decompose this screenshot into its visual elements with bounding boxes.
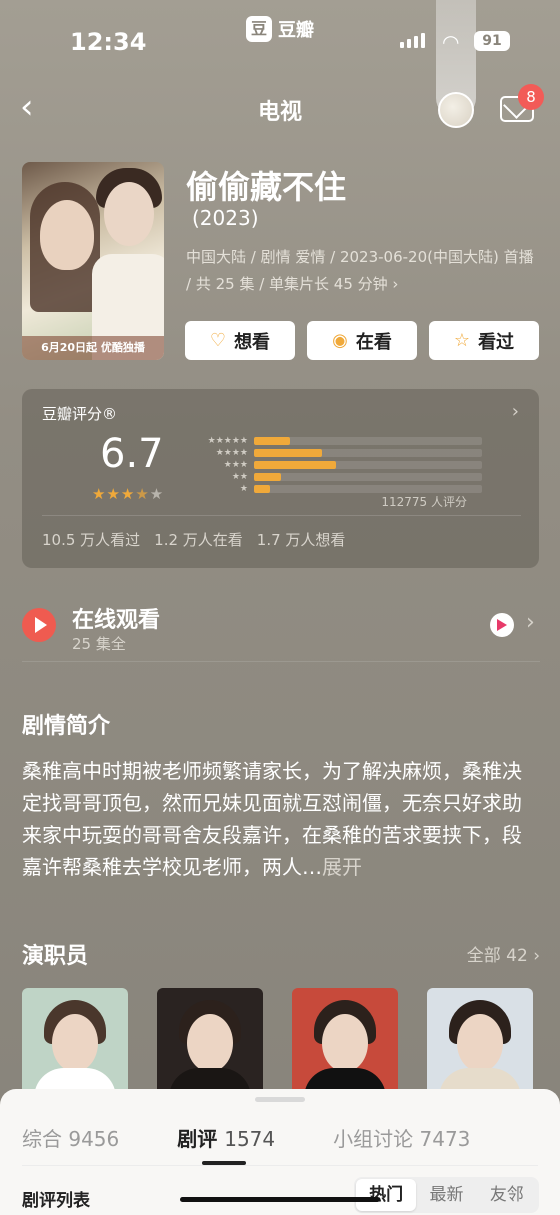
cast-title: 演职员 <box>22 944 89 969</box>
sort-segmented-control: 热门 最新 友邻 <box>354 1177 539 1213</box>
divider <box>22 661 540 662</box>
stat-want: 1.7 万人想看 <box>256 531 346 549</box>
watch-title: 在线观看 <box>72 608 161 633</box>
home-indicator[interactable] <box>180 1197 380 1202</box>
sort-friends[interactable]: 友邻 <box>477 1179 537 1211</box>
wifi-icon: ◠ <box>442 30 460 54</box>
dist-stars: ★★★★★ <box>207 435 248 446</box>
poster-image[interactable]: 6月20日起 优酷独播 <box>22 162 164 360</box>
star-empty: ★ <box>149 485 165 503</box>
tab-reviews[interactable]: 剧评 1574 <box>177 1123 276 1165</box>
want-to-watch-button[interactable]: ♡ 想看 <box>185 321 295 360</box>
synopsis-body: 桑稚高中时期被老师频繁请家长，为了解决麻烦，桑稚决定找哥哥顶包，然而兄妹见面就互… <box>22 759 522 879</box>
sheet-grab-handle[interactable] <box>255 1097 305 1102</box>
online-watch-row[interactable]: 在线观看 25 集全 › <box>22 600 540 660</box>
page-title: 电视 <box>257 100 302 125</box>
poster-caption: 6月20日起 优酷独播 <box>22 336 164 360</box>
watching-label: 在看 <box>355 331 392 353</box>
stars-filled: ★★★ <box>92 485 136 503</box>
cast-photo[interactable] <box>22 988 128 1098</box>
action-buttons: ♡ 想看 ◉ 在看 ☆ 看过 <box>185 321 539 360</box>
tab-overall[interactable]: 综合 9456 <box>22 1123 119 1152</box>
dist-bar <box>254 436 291 445</box>
want-to-watch-label: 想看 <box>234 331 271 353</box>
heart-plus-icon: ♡ <box>209 330 227 351</box>
tab-label: 综合 <box>22 1127 62 1151</box>
watching-button[interactable]: ◉ 在看 <box>307 321 417 360</box>
tab-count: 9456 <box>68 1127 120 1151</box>
review-tabs: 综合 9456 剧评 1574 小组讨论 7473 <box>22 1123 470 1165</box>
target-icon: ◉ <box>332 330 348 351</box>
divider <box>42 515 521 516</box>
sort-latest[interactable]: 最新 <box>416 1179 476 1211</box>
rating-card[interactable]: 豆瓣评分® › 6.7 ★★★★★ ★★★★★ ★★★★ ★★★ ★★ ★ 11… <box>22 389 539 568</box>
cast-list <box>22 988 533 1098</box>
rating-stars: ★★★★★ <box>92 485 164 503</box>
stat-watched: 10.5 万人看过 <box>42 531 141 549</box>
watched-label: 看过 <box>478 331 515 353</box>
show-year: (2023) <box>192 206 259 230</box>
rating-count: 112775 人评分 <box>381 495 467 509</box>
star-outline-icon: ☆ <box>453 330 471 351</box>
sort-hot[interactable]: 热门 <box>356 1179 417 1211</box>
dist-stars: ★★★ <box>223 459 248 470</box>
signal-icon <box>400 33 425 48</box>
dist-bar <box>254 448 323 457</box>
dist-row-5: ★★★★★ <box>182 435 482 447</box>
review-list-label: 剧评列表 <box>22 1191 90 1211</box>
play-icon <box>22 608 56 642</box>
tab-label: 小组讨论 <box>333 1127 414 1151</box>
dist-stars: ★★★★ <box>215 447 248 458</box>
dist-row-4: ★★★★ <box>182 447 482 459</box>
dist-bar <box>254 472 282 481</box>
avatar[interactable] <box>438 92 474 128</box>
cast-photo[interactable] <box>292 988 398 1098</box>
dist-row-3: ★★★ <box>182 459 482 471</box>
show-title: 偷偷藏不住 <box>186 168 347 206</box>
stat-watching: 1.2 万人在看 <box>154 531 243 549</box>
chevron-right-icon: › <box>526 610 535 635</box>
clock: 12:34 <box>70 28 147 56</box>
status-bar: 12:34 豆 豆瓣 ◠ 91 <box>0 0 560 118</box>
tab-group-discussion[interactable]: 小组讨论 7473 <box>333 1123 470 1152</box>
cast-all-link[interactable]: 全部 42 › <box>467 941 540 966</box>
cast-photo[interactable] <box>427 988 533 1098</box>
tab-count: 7473 <box>419 1127 471 1151</box>
star-half: ★ <box>135 485 150 503</box>
battery-icon: 91 <box>474 31 510 51</box>
douban-logo-icon: 豆 <box>246 16 272 42</box>
rating-label: 豆瓣评分® <box>42 405 118 423</box>
synopsis-title: 剧情简介 <box>22 714 111 739</box>
tab-label: 剧评 <box>177 1127 218 1151</box>
cast-photo[interactable] <box>157 988 263 1098</box>
notification-badge: 8 <box>518 84 544 110</box>
rating-distribution: ★★★★★ ★★★★ ★★★ ★★ ★ <box>182 435 482 495</box>
dist-bar <box>254 460 337 469</box>
dist-row-2: ★★ <box>182 471 482 483</box>
divider <box>22 1165 538 1166</box>
youku-logo-icon <box>490 613 514 637</box>
synopsis-text: 桑稚高中时期被老师频繁请家长，为了解决麻烦，桑稚决定找哥哥顶包，然而兄妹见面就互… <box>22 755 536 883</box>
dist-bar <box>254 484 270 493</box>
dist-stars: ★★ <box>231 471 248 482</box>
chevron-right-icon: › <box>511 401 519 422</box>
app-brand-label: 豆瓣 <box>278 20 314 41</box>
watched-button[interactable]: ☆ 看过 <box>429 321 539 360</box>
expand-link[interactable]: 展开 <box>322 855 362 879</box>
watch-subtitle: 25 集全 <box>72 635 126 653</box>
rating-score: 6.7 <box>100 431 164 477</box>
app-brand: 豆 豆瓣 <box>246 16 314 42</box>
rating-stats: 10.5 万人看过 1.2 万人在看 1.7 万人想看 <box>42 529 345 550</box>
dist-stars: ★ <box>239 483 248 494</box>
show-meta[interactable]: 中国大陆 / 剧情 爱情 / 2023-06-20(中国大陆) 首播 / 共 2… <box>186 244 538 298</box>
tab-count: 1574 <box>224 1127 276 1151</box>
